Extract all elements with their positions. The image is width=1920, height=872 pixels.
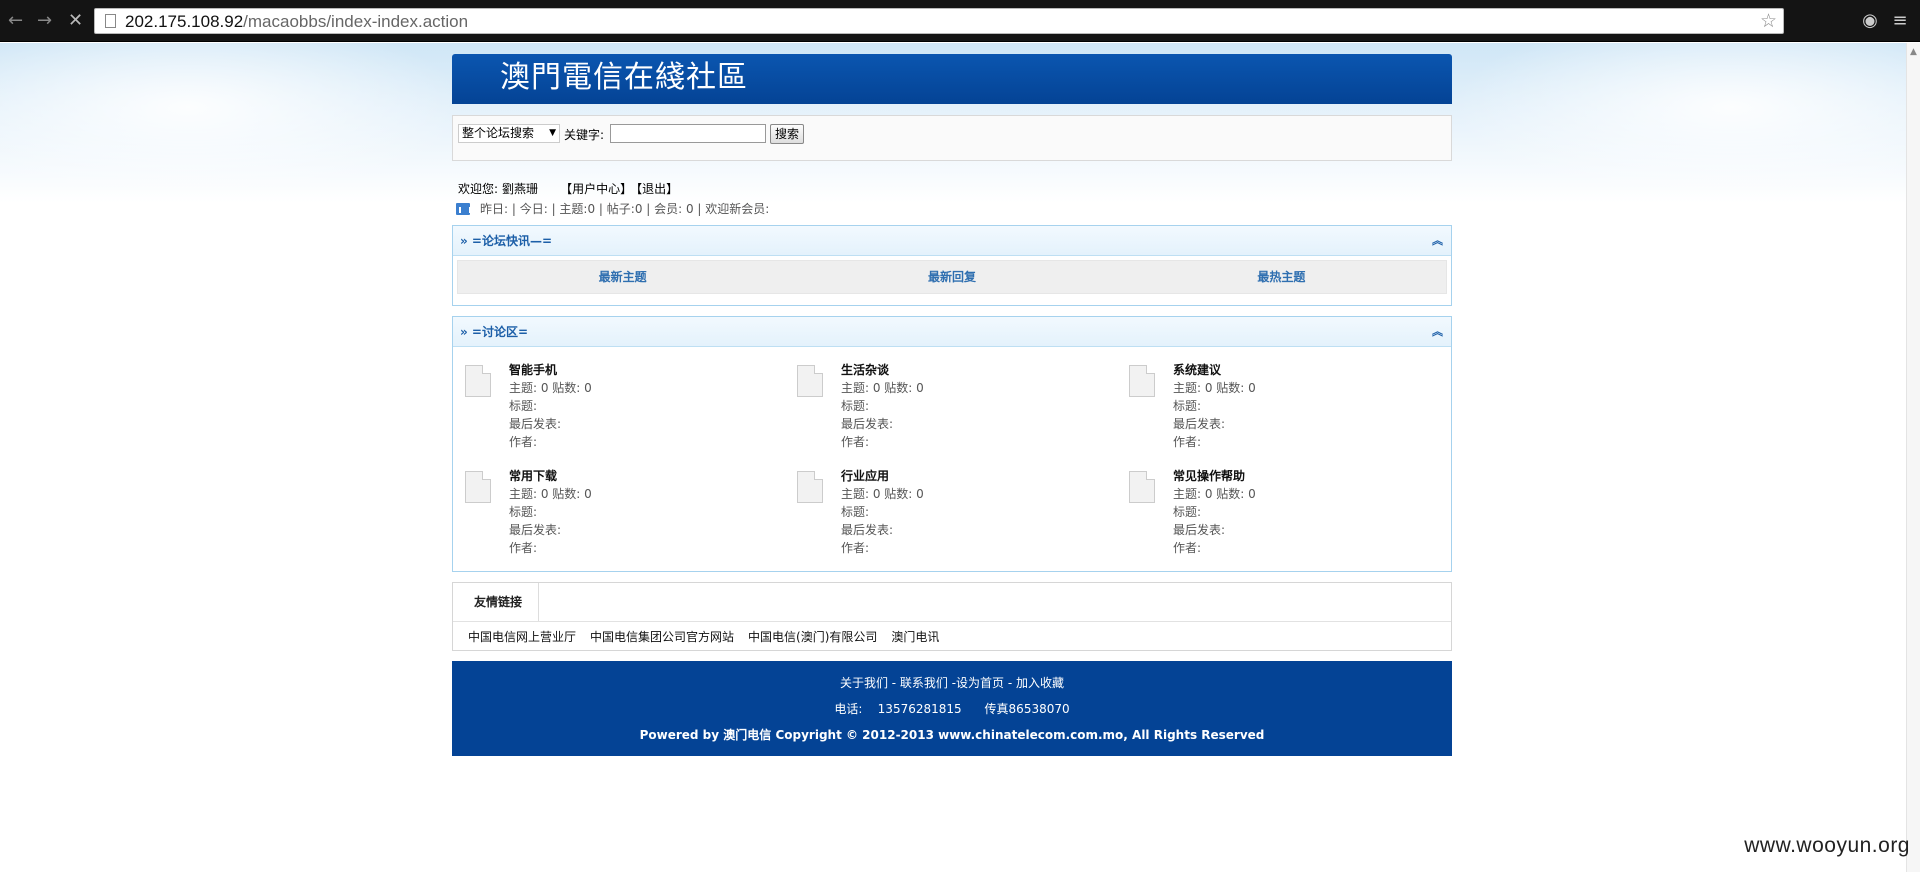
- site-footer: 关于我们 - 联系我们 -设为首页 - 加入收藏 电话: 13576281815…: [452, 661, 1452, 756]
- board-last-post-label: 最后发表:: [841, 523, 894, 537]
- address-bar[interactable]: 202.175.108.92/macaobbs/index-index.acti…: [94, 8, 1784, 34]
- board-document-icon: [797, 471, 823, 503]
- board-item: 常用下载 主题: 0 贴数: 0 标题: 最后发表: 作者:: [465, 461, 797, 567]
- tab-latest-topics[interactable]: 最新主题: [458, 261, 787, 293]
- stats-text: 昨日: | 今日: | 主题:0 | 帖子:0 | 会员: 0 | 欢迎新会员:: [480, 202, 770, 216]
- board-counts: 主题: 0 贴数: 0: [841, 487, 924, 501]
- watermark: www.wooyun.org: [1744, 834, 1910, 857]
- vertical-scrollbar[interactable]: ▲: [1906, 43, 1920, 872]
- board-name[interactable]: 行业应用: [841, 467, 924, 485]
- board-counts: 主题: 0 贴数: 0: [841, 381, 924, 395]
- board-document-icon: [465, 471, 491, 503]
- board-document-icon: [797, 365, 823, 397]
- board-author-label: 作者:: [509, 435, 538, 449]
- friend-links-tab[interactable]: 友情链接: [456, 583, 539, 621]
- board-title-label: 标题:: [841, 399, 870, 413]
- board-last-post-label: 最后发表:: [509, 523, 562, 537]
- board-counts: 主题: 0 贴数: 0: [509, 487, 592, 501]
- tab-hot-topics[interactable]: 最热主题: [1117, 261, 1446, 293]
- board-author-label: 作者:: [841, 541, 870, 555]
- board-name[interactable]: 智能手机: [509, 361, 592, 379]
- board-author-label: 作者:: [1173, 435, 1202, 449]
- board-last-post-label: 最后发表:: [1173, 523, 1226, 537]
- board-last-post-label: 最后发表:: [841, 417, 894, 431]
- board-author-label: 作者:: [509, 541, 538, 555]
- board-document-icon: [1129, 471, 1155, 503]
- board-title-label: 标题:: [509, 505, 538, 519]
- forum-stats: 昨日: | 今日: | 主题:0 | 帖子:0 | 会员: 0 | 欢迎新会员:: [452, 199, 1452, 219]
- board-title-label: 标题:: [509, 399, 538, 413]
- board-item: 常见操作帮助 主题: 0 贴数: 0 标题: 最后发表: 作者:: [1129, 461, 1461, 567]
- board-counts: 主题: 0 贴数: 0: [1173, 381, 1256, 395]
- news-tabs: 最新主题 最新回复 最热主题: [457, 260, 1447, 294]
- footer-contact: 电话: 13576281815 传真86538070: [834, 702, 1070, 716]
- board-grid: 智能手机 主题: 0 贴数: 0 标题: 最后发表: 作者: 生活杂谈 主题: …: [453, 347, 1451, 571]
- board-last-post-label: 最后发表:: [509, 417, 562, 431]
- board-document-icon: [1129, 365, 1155, 397]
- page-icon: [105, 14, 116, 28]
- collapse-icon[interactable]: ︽: [1432, 226, 1443, 256]
- browser-toolbar: ← → ✕ 202.175.108.92/macaobbs/index-inde…: [0, 0, 1920, 42]
- board-counts: 主题: 0 贴数: 0: [1173, 487, 1256, 501]
- discussion-panel: » =讨论区= ︽ 智能手机 主题: 0 贴数: 0 标题: 最后发表: 作者:…: [452, 316, 1452, 572]
- forward-icon[interactable]: →: [37, 12, 52, 30]
- board-title-label: 标题:: [1173, 399, 1202, 413]
- keyword-input[interactable]: [610, 124, 766, 143]
- board-counts: 主题: 0 贴数: 0: [509, 381, 592, 395]
- stats-chart-icon: [456, 203, 471, 215]
- board-author-label: 作者:: [841, 435, 870, 449]
- tab-latest-replies[interactable]: 最新回复: [787, 261, 1116, 293]
- scroll-up-icon[interactable]: ▲: [1910, 47, 1917, 57]
- link-item[interactable]: 澳门电讯: [891, 630, 939, 644]
- keyword-label: 关键字:: [564, 128, 605, 142]
- board-document-icon: [465, 365, 491, 397]
- site-banner: 澳門電信在綫社區: [452, 54, 1452, 104]
- discussion-title: » =讨论区=: [460, 325, 529, 339]
- board-name[interactable]: 常用下载: [509, 467, 592, 485]
- search-button[interactable]: 搜索: [770, 124, 804, 144]
- board-item: 行业应用 主题: 0 贴数: 0 标题: 最后发表: 作者:: [797, 461, 1129, 567]
- friend-links-panel: 友情链接 中国电信网上营业厅 中国电信集团公司官方网站 中国电信(澳门)有限公司 澳门…: [452, 582, 1452, 651]
- page-container: 澳門電信在綫社區 整个论坛搜索 ▼ 关键字: 搜索 欢迎您: 劉燕珊 【用户中心】 【退…: [452, 54, 1452, 756]
- board-item: 生活杂谈 主题: 0 贴数: 0 标题: 最后发表: 作者:: [797, 355, 1129, 461]
- link-item[interactable]: 中国电信网上营业厅: [468, 630, 576, 644]
- welcome-bar: 欢迎您: 劉燕珊 【用户中心】 【退出】: [452, 179, 1452, 199]
- user-center-link[interactable]: 【用户中心】: [560, 182, 632, 196]
- link-item[interactable]: 中国电信集团公司官方网站: [590, 630, 734, 644]
- back-icon[interactable]: ←: [8, 12, 23, 30]
- footer-copyright: Powered by 澳门电信 Copyright © 2012-2013 ww…: [639, 728, 1265, 742]
- forum-news-panel: » =论坛快讯—= ︽ 最新主题 最新回复 最热主题: [452, 225, 1452, 306]
- board-author-label: 作者:: [1173, 541, 1202, 555]
- search-scope-value: 整个论坛搜索: [462, 126, 535, 140]
- menu-icon[interactable]: ≡: [1890, 11, 1910, 31]
- welcome-username: 劉燕珊: [502, 182, 539, 196]
- extension-icon[interactable]: ◉: [1860, 11, 1880, 31]
- site-title: 澳門電信在綫社區: [500, 60, 748, 95]
- board-name[interactable]: 系统建议: [1173, 361, 1256, 379]
- footer-nav[interactable]: 关于我们 - 联系我们 -设为首页 - 加入收藏: [452, 670, 1452, 696]
- board-title-label: 标题:: [841, 505, 870, 519]
- url-path: /macaobbs/index-index.action: [243, 12, 469, 31]
- board-name[interactable]: 生活杂谈: [841, 361, 924, 379]
- board-item: 系统建议 主题: 0 贴数: 0 标题: 最后发表: 作者:: [1129, 355, 1461, 461]
- forum-news-header: » =论坛快讯—= ︽: [453, 226, 1451, 256]
- friend-links-list: 中国电信网上营业厅 中国电信集团公司官方网站 中国电信(澳门)有限公司 澳门电讯: [468, 629, 953, 645]
- stop-icon[interactable]: ✕: [68, 12, 83, 30]
- board-last-post-label: 最后发表:: [1173, 417, 1226, 431]
- link-item[interactable]: 中国电信(澳门)有限公司: [748, 630, 877, 644]
- bookmark-star-icon[interactable]: ☆: [1760, 10, 1777, 32]
- board-item: 智能手机 主题: 0 贴数: 0 标题: 最后发表: 作者:: [465, 355, 797, 461]
- search-scope-select[interactable]: 整个论坛搜索 ▼: [458, 124, 560, 143]
- discussion-header: » =讨论区= ︽: [453, 317, 1451, 347]
- logout-link[interactable]: 【退出】: [636, 182, 678, 196]
- board-name[interactable]: 常见操作帮助: [1173, 467, 1256, 485]
- welcome-greeting: 欢迎您:: [458, 182, 499, 196]
- search-bar: 整个论坛搜索 ▼ 关键字: 搜索: [452, 115, 1452, 161]
- url-host: 202.175.108.92: [125, 12, 244, 31]
- dropdown-arrow-icon: ▼: [549, 128, 556, 138]
- collapse-icon[interactable]: ︽: [1432, 317, 1443, 347]
- board-title-label: 标题:: [1173, 505, 1202, 519]
- forum-news-title: » =论坛快讯—=: [460, 234, 553, 248]
- url-text: 202.175.108.92/macaobbs/index-index.acti…: [125, 12, 468, 32]
